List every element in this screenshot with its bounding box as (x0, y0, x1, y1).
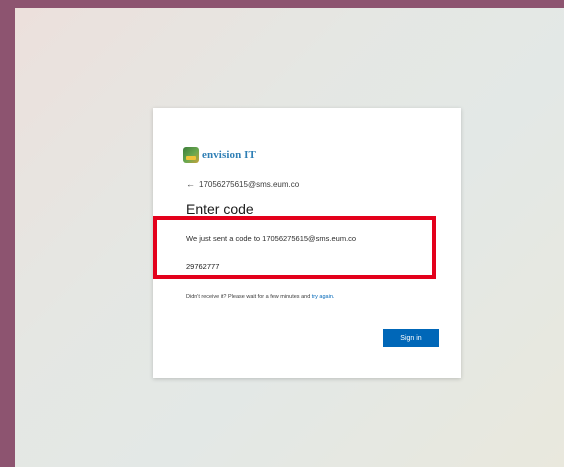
logo-icon (183, 147, 199, 163)
resend-message: Didn't receive it? Please wait for a few… (186, 294, 334, 300)
back-arrow-icon[interactable]: ← (186, 180, 195, 189)
account-email: 17056275615@sms.eum.co (199, 180, 300, 189)
logo-text: envision IT (202, 149, 256, 161)
back-account-row[interactable]: ← 17056275615@sms.eum.co (186, 180, 300, 190)
page-background: envision IT ← 17056275615@sms.eum.co Ent… (15, 8, 564, 467)
sign-in-button[interactable]: Sign in (383, 329, 439, 347)
code-input[interactable] (186, 256, 432, 277)
resend-text: Didn't receive it? Please wait for a few… (186, 294, 312, 300)
signin-card: envision IT ← 17056275615@sms.eum.co Ent… (153, 108, 461, 378)
page-title: Enter code (186, 201, 254, 217)
code-sent-message: We just sent a code to 17056275615@sms.e… (186, 234, 357, 243)
try-again-link[interactable]: try again. (312, 294, 335, 300)
company-logo: envision IT (183, 146, 256, 164)
